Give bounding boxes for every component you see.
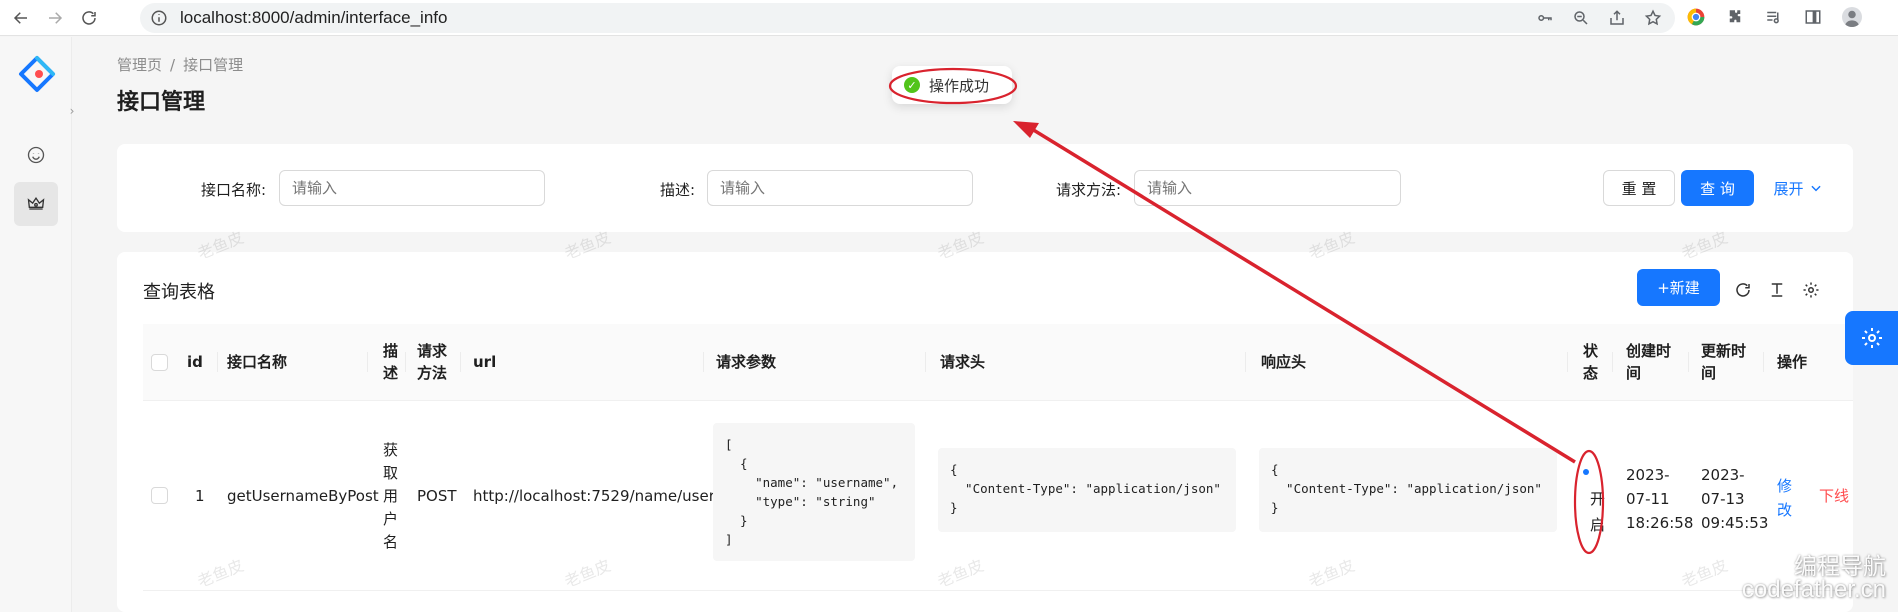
profile-avatar-icon[interactable]: [1842, 7, 1862, 27]
column-header-description[interactable]: 描述: [383, 340, 399, 384]
method-field-label: 请求方法:: [1056, 181, 1122, 199]
breadcrumb-separator: /: [170, 56, 176, 74]
cell-name: getUsernameByPost: [227, 487, 379, 505]
table-header: id 接口名称 描述 请求方法 url 请求参数 请求头 响应头 状态 创建时间…: [143, 324, 1853, 401]
created-at-line-3: 18:26:58: [1626, 514, 1694, 532]
logo-icon[interactable]: [17, 55, 57, 95]
breadcrumb-item-admin[interactable]: 管理页: [117, 56, 162, 74]
theme-settings-button[interactable]: [1845, 311, 1898, 365]
collapse-chevron-icon[interactable]: ›: [64, 99, 80, 123]
sidebar: ›: [0, 37, 74, 612]
reload-icon[interactable]: [76, 5, 102, 31]
cell-method: POST: [417, 487, 457, 505]
toast-message: 操作成功: [929, 76, 990, 95]
reset-button[interactable]: 重 置: [1603, 170, 1675, 206]
row-checkbox[interactable]: [151, 487, 168, 504]
updated-at-line-2: 07-13: [1701, 490, 1745, 508]
forward-icon[interactable]: [42, 5, 68, 31]
name-input[interactable]: [279, 170, 545, 206]
expand-label: 展开: [1773, 179, 1804, 198]
side-panel-icon[interactable]: [1803, 7, 1823, 27]
success-toast: ✓ 操作成功: [892, 66, 1012, 104]
updated-at-line-3: 09:45:53: [1701, 514, 1769, 532]
column-header-name[interactable]: 接口名称: [227, 351, 287, 373]
offline-link[interactable]: 下线: [1819, 485, 1849, 507]
sidebar-item-welcome[interactable]: [14, 133, 58, 177]
browser-toolbar: localhost:8000/admin/interface_info: [0, 0, 1898, 36]
zoom-icon[interactable]: [1571, 8, 1591, 28]
page-title: 接口管理: [117, 90, 206, 115]
puzzle-icon[interactable]: [1725, 7, 1745, 27]
sidebar-item-admin[interactable]: [14, 182, 58, 226]
column-header-request-params[interactable]: 请求参数: [716, 351, 776, 373]
column-header-updated-at[interactable]: 更新时间: [1701, 340, 1753, 384]
key-icon[interactable]: [1535, 8, 1555, 28]
cell-request-header: { "Content-Type": "application/json" }: [938, 448, 1236, 532]
column-header-actions: 操作: [1777, 353, 1808, 371]
edit-link[interactable]: 修改: [1777, 474, 1794, 522]
site-info-icon[interactable]: [150, 9, 168, 27]
gear-icon: [1861, 328, 1882, 348]
url-text: localhost:8000/admin/interface_info: [180, 8, 448, 27]
column-header-method[interactable]: 请求方法: [417, 340, 451, 384]
column-header-request-header[interactable]: 请求头: [940, 351, 985, 373]
cell-url: http://localhost:7529/name/user: [473, 487, 715, 505]
back-icon[interactable]: [8, 5, 34, 31]
column-header-created-at[interactable]: 创建时间: [1626, 340, 1678, 384]
column-header-response-header[interactable]: 响应头: [1261, 351, 1306, 373]
share-icon[interactable]: [1607, 8, 1627, 28]
brand-watermark-url: codefather.cn: [1741, 576, 1886, 603]
bookmark-star-icon[interactable]: [1643, 8, 1663, 28]
description-input[interactable]: [707, 170, 973, 206]
table-card: 查询表格 +新建 id 接口名称 描述 请求方法 url 请求参数 请求头 响应…: [117, 252, 1853, 612]
smile-icon: [27, 146, 45, 164]
reload-table-icon[interactable]: [1729, 276, 1757, 304]
new-button[interactable]: +新建: [1637, 269, 1720, 306]
media-queue-icon[interactable]: [1764, 7, 1784, 27]
created-at-line-2: 07-11: [1626, 490, 1670, 508]
density-icon[interactable]: [1763, 276, 1791, 304]
description-field-label: 描述:: [660, 181, 696, 199]
search-form: 接口名称: 描述: 请求方法: 重 置 查 询 展开: [117, 144, 1853, 232]
cell-created-at: 2023- 07-11 18:26:58: [1626, 463, 1693, 535]
column-header-status[interactable]: 状态: [1583, 340, 1599, 384]
column-header-id[interactable]: id: [187, 351, 203, 373]
query-button[interactable]: 查 询: [1681, 170, 1754, 206]
cell-status: 开启: [1590, 490, 1606, 534]
address-bar[interactable]: localhost:8000/admin/interface_info: [140, 3, 1675, 33]
status-dot: [1583, 469, 1589, 475]
cell-response-header: { "Content-Type": "application/json" }: [1259, 448, 1557, 532]
table-row: 1 getUsernameByPost 获取用户名 POST http://lo…: [143, 401, 1853, 591]
created-at-line-1: 2023-: [1626, 466, 1670, 484]
updated-at-line-1: 2023-: [1701, 466, 1745, 484]
method-input[interactable]: [1134, 170, 1401, 206]
cell-request-params: [ { "name": "username", "type": "string"…: [713, 423, 915, 561]
annotation-arrowhead: [1013, 121, 1039, 138]
check-circle-icon: ✓: [904, 77, 920, 93]
column-settings-gear-icon[interactable]: [1797, 276, 1825, 304]
breadcrumb-item-interface: 接口管理: [183, 56, 244, 74]
crown-icon: [27, 196, 45, 210]
name-field-label: 接口名称:: [201, 181, 267, 199]
column-header-url[interactable]: url: [473, 351, 496, 373]
cell-updated-at: 2023- 07-13 09:45:53: [1701, 463, 1768, 535]
expand-button[interactable]: 展开: [1768, 170, 1828, 206]
breadcrumb: 管理页 / 接口管理: [117, 54, 243, 75]
select-all-checkbox[interactable]: [151, 354, 168, 371]
table-title: 查询表格: [143, 282, 215, 303]
chrome-extension-icon[interactable]: [1686, 7, 1706, 27]
cell-description: 获取用户名: [383, 441, 399, 551]
cell-id: 1: [195, 487, 205, 505]
chevron-down-icon: [1810, 185, 1821, 192]
